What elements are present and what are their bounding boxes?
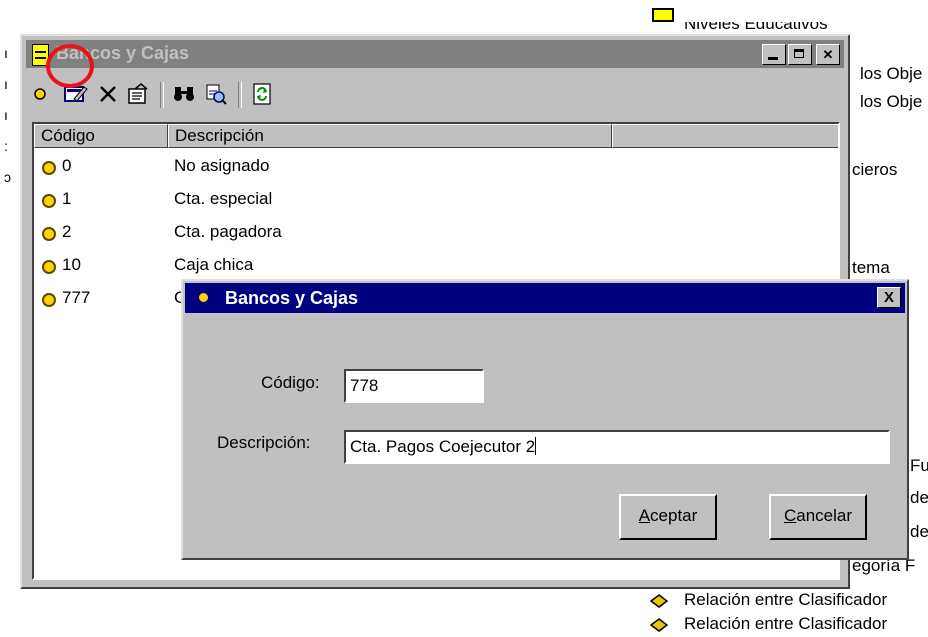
accept-label-rest: ceptar xyxy=(650,506,698,525)
description-label: Descripción: xyxy=(217,433,311,452)
print-preview-button[interactable] xyxy=(202,80,230,108)
delete-x-icon xyxy=(100,86,116,102)
record-description: Caja chica xyxy=(174,255,254,274)
description-input-value: Cta. Pagos Coejecutor 2 xyxy=(350,437,536,456)
bg-text-de-1: de xyxy=(910,488,928,507)
dialog-title: Bancos y Cajas xyxy=(225,288,359,308)
highlight-circle xyxy=(46,44,94,88)
bg-text-sistema: tema xyxy=(852,258,890,277)
toolbar xyxy=(26,74,844,116)
description-input[interactable]: Cta. Pagos Coejecutor 2 xyxy=(344,430,890,464)
close-button[interactable]: ✕ xyxy=(816,44,840,65)
minimize-button[interactable] xyxy=(762,44,786,65)
cancel-label-rest: ancelar xyxy=(796,506,853,525)
column-header-description[interactable]: Descripción xyxy=(168,124,612,148)
record-bullet-icon xyxy=(42,227,56,241)
bg-text-niveles: Niveles Educativos xyxy=(684,14,828,33)
record-description: Cta. especial xyxy=(174,189,273,208)
record-bullet-icon xyxy=(42,260,56,274)
print-preview-icon xyxy=(206,84,227,105)
dialog-titlebar[interactable]: Bancos y Cajas X xyxy=(185,283,905,313)
code-input-value: 778 xyxy=(350,376,379,395)
bg-text-relacion-1: Relación entre Clasificador xyxy=(684,590,888,609)
accept-button[interactable]: Aceptar xyxy=(619,494,717,540)
record-description: No asignado xyxy=(174,156,270,175)
dialog-bullet-icon xyxy=(199,293,208,302)
refresh-icon xyxy=(253,83,271,105)
bg-text-de-2: de xyxy=(910,522,928,541)
dialog-close-button[interactable]: X xyxy=(877,287,901,308)
properties-button[interactable] xyxy=(124,80,152,108)
record-code: 0 xyxy=(62,156,72,175)
relation-icon xyxy=(650,618,668,632)
yellow-window-icon xyxy=(652,8,674,22)
refresh-button[interactable] xyxy=(248,80,276,108)
code-label: Código: xyxy=(261,373,320,392)
record-bullet-icon xyxy=(42,293,56,307)
toolbar-separator xyxy=(238,82,242,108)
bg-text-objetos-2: los Obje xyxy=(860,92,923,111)
column-header-code[interactable]: Código xyxy=(34,124,168,148)
maximize-button[interactable] xyxy=(788,44,812,65)
bancos-cajas-dialog: Bancos y Cajas X Código: 778 Descripción… xyxy=(181,279,909,560)
list-item[interactable]: 0 No asignado xyxy=(34,152,838,184)
delete-button[interactable] xyxy=(94,80,122,108)
cancel-button[interactable]: Cancelar xyxy=(769,494,867,540)
record-code: 1 xyxy=(62,189,72,208)
record-description: Cta. pagadora xyxy=(174,222,282,241)
bg-text-relacion-2: Relación entre Clasificador xyxy=(684,614,888,633)
new-record-button[interactable] xyxy=(26,80,54,108)
bg-text-fu: Fu xyxy=(910,456,928,475)
list-header: Código Descripción xyxy=(34,124,838,148)
cancel-mnemonic: C xyxy=(783,506,797,525)
yellow-dot-icon xyxy=(34,88,46,100)
bg-left-fragments: ııı:ɔ xyxy=(4,45,11,185)
text-caret xyxy=(535,437,537,455)
find-button[interactable] xyxy=(170,80,198,108)
accept-mnemonic: A xyxy=(638,506,651,525)
window-titlebar[interactable]: Bancos y Cajas ✕ xyxy=(26,40,844,68)
column-header-extra[interactable] xyxy=(612,124,838,148)
relation-icon xyxy=(650,594,668,608)
toolbar-separator xyxy=(160,82,164,108)
code-input[interactable]: 778 xyxy=(344,369,484,403)
bg-text-financieros: cieros xyxy=(852,160,898,179)
bg-text-objetos-1: los Obje xyxy=(860,64,923,83)
binoculars-icon xyxy=(174,87,194,101)
record-code: 777 xyxy=(62,288,91,307)
list-item[interactable]: 1 Cta. especial xyxy=(34,185,838,217)
list-item[interactable]: 2 Cta. pagadora xyxy=(34,218,838,250)
record-bullet-icon xyxy=(42,161,56,175)
record-bullet-icon xyxy=(42,194,56,208)
record-code: 10 xyxy=(62,255,81,274)
properties-icon xyxy=(128,83,148,104)
record-code: 2 xyxy=(62,222,72,241)
